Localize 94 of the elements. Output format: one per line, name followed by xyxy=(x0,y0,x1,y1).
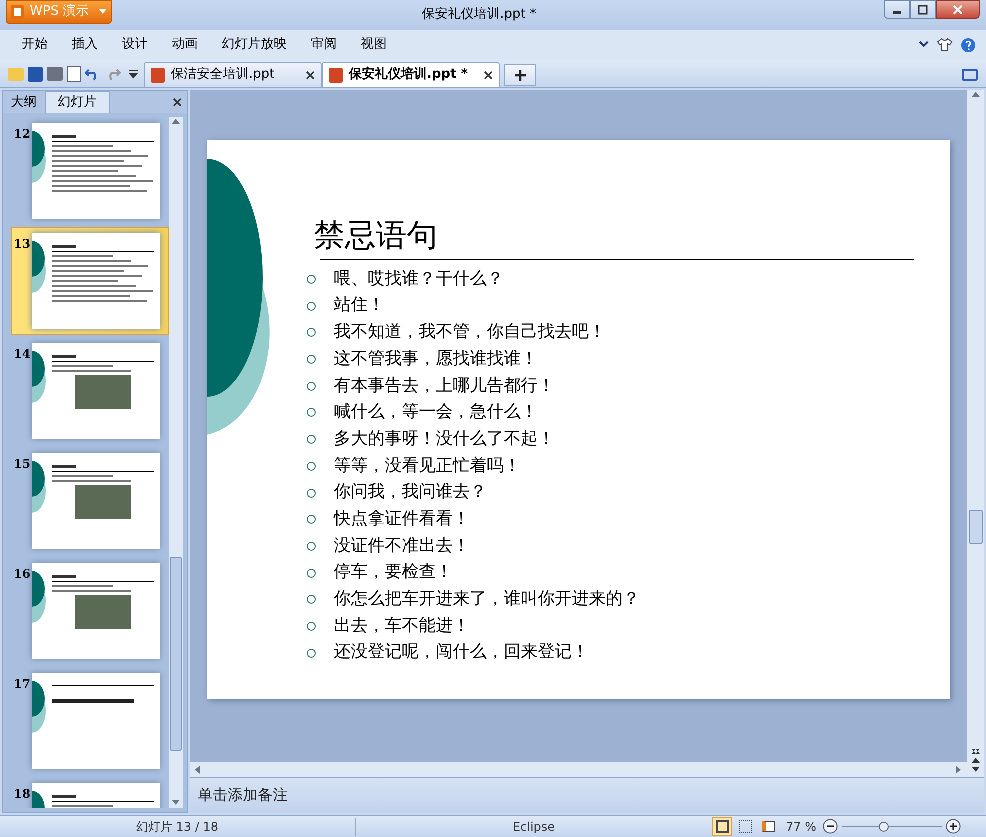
slide-number: 15 xyxy=(14,456,32,473)
bullet-icon xyxy=(307,542,316,551)
bullet-icon xyxy=(307,275,316,284)
document-tab[interactable]: 保洁安全培训.ppt xyxy=(144,62,322,87)
slide-title: 禁忌语句 xyxy=(313,218,439,256)
bullet-text: 没证件不准出去！ xyxy=(334,534,470,558)
bullet-text: 喂、哎找谁？干什么？ xyxy=(334,268,504,291)
slide-number: 16 xyxy=(14,566,32,583)
arc-decoration-drawing xyxy=(32,461,48,513)
bullet-icon xyxy=(307,515,316,524)
slide-counter: 幻灯片 13 / 18 xyxy=(0,818,356,836)
theme-name: Eclipse xyxy=(512,818,556,836)
new-tab-button[interactable] xyxy=(504,64,536,86)
window-layout-icon[interactable] xyxy=(962,69,978,81)
plus-icon xyxy=(514,70,526,80)
arc-decoration-drawing xyxy=(32,681,48,733)
close-icon xyxy=(953,4,963,14)
bullet-text: 还没登记呢，闯什么，回来登记！ xyxy=(334,641,589,664)
scrollbar-drawing[interactable] xyxy=(169,117,183,808)
bullet-icon xyxy=(307,435,316,444)
customize-caret-icon[interactable] xyxy=(129,70,138,78)
slide-number: 17 xyxy=(14,676,32,693)
menu-tab[interactable]: 开始 xyxy=(10,33,60,57)
close-tab-icon[interactable] xyxy=(306,70,315,80)
zoom-percent: 77 % xyxy=(786,818,816,836)
menu-tab[interactable]: 审阅 xyxy=(299,33,349,57)
minimize-icon xyxy=(893,11,901,14)
bullet-icon xyxy=(307,648,316,658)
close-tab-icon[interactable] xyxy=(484,70,493,80)
zoom-in-icon[interactable] xyxy=(946,819,960,834)
bullet-text: 快点拿证件看看！ xyxy=(334,508,470,531)
dropdown-caret-icon xyxy=(99,9,108,15)
photo-placeholder xyxy=(75,595,131,629)
close-icon[interactable] xyxy=(173,98,182,107)
bullet-text: 我不知道，我不管，你自己找去吧！ xyxy=(334,321,606,344)
print-preview-icon[interactable] xyxy=(67,66,81,82)
slide-number: 18 xyxy=(14,786,32,803)
bullet-icon xyxy=(307,488,316,498)
bullet-text: 出去，车不能进！ xyxy=(334,614,470,638)
bullet-text: 你问我，我问谁去？ xyxy=(334,481,487,504)
close-button[interactable] xyxy=(936,0,980,19)
presentation-file-icon xyxy=(151,68,165,82)
panel-tab[interactable]: 幻灯片 xyxy=(45,91,110,113)
arc-decoration-drawing xyxy=(32,351,48,403)
slide-number: 13 xyxy=(14,236,32,253)
document-tab[interactable]: 保安礼仪培训.ppt * xyxy=(322,62,500,87)
tab-label: 保洁安全培训.ppt xyxy=(171,66,275,84)
slide-thumbnail[interactable]: 13 xyxy=(11,227,169,335)
arc-decoration-drawing xyxy=(32,241,48,293)
bullet-icon xyxy=(307,462,316,471)
window-title: 保安礼仪培训.ppt * xyxy=(422,6,536,24)
save-icon[interactable] xyxy=(28,66,43,82)
horizontal-scrollbar-drawing[interactable] xyxy=(190,762,967,777)
normal-view-button[interactable] xyxy=(712,817,732,836)
bullet-text: 你怎么把车开进来了，谁叫你开进来的？ xyxy=(334,588,640,612)
arc-decoration-drawing xyxy=(32,131,48,183)
maximize-button[interactable] xyxy=(910,0,936,19)
zoom-out-icon[interactable] xyxy=(822,819,838,834)
vertical-scrollbar-drawing[interactable] xyxy=(967,90,984,777)
bullet-text: 站住！ xyxy=(334,294,385,318)
help-icon[interactable] xyxy=(961,38,976,52)
tab-label: 保安礼仪培训.ppt * xyxy=(349,66,468,84)
minimize-button[interactable] xyxy=(884,0,910,19)
bullet-icon xyxy=(307,328,316,338)
menu-tab[interactable]: 动画 xyxy=(160,33,210,57)
bullet-text: 等等，没看见正忙着吗！ xyxy=(334,454,521,478)
bullet-icon xyxy=(307,355,316,364)
wps-logo-icon xyxy=(11,5,24,19)
bullet-icon xyxy=(307,382,316,391)
bullet-icon xyxy=(307,568,316,578)
bullet-icon xyxy=(307,408,316,418)
bullet-text: 喊什么，等一会，急什么！ xyxy=(334,401,538,424)
bullet-icon xyxy=(307,622,316,631)
photo-placeholder xyxy=(75,375,131,409)
menu-tab[interactable]: 插入 xyxy=(60,33,110,57)
arc-decoration-drawing xyxy=(32,571,48,623)
bullet-text: 停车，要检查！ xyxy=(334,561,453,584)
presentation-file-icon xyxy=(329,68,343,82)
zoom-slider[interactable] xyxy=(842,820,942,834)
menu-tab[interactable]: 幻灯片放映 xyxy=(210,33,299,57)
slide-number: 12 xyxy=(14,126,32,143)
maximize-icon xyxy=(918,4,928,14)
bullet-icon xyxy=(307,302,316,311)
slide-number: 14 xyxy=(14,346,32,363)
menu-tab[interactable]: 视图 xyxy=(349,33,399,57)
shirt-icon[interactable] xyxy=(937,38,953,52)
menu-tab[interactable]: 设计 xyxy=(110,33,160,57)
chevron-down-icon[interactable] xyxy=(919,41,929,49)
bullet-text: 这不管我事，愿找谁找谁！ xyxy=(334,348,538,371)
bullet-text: 有本事告去，上哪儿告都行！ xyxy=(334,374,555,398)
photo-placeholder xyxy=(75,485,131,519)
bullet-text: 多大的事呀！没什么了不起！ xyxy=(334,428,555,451)
bullet-icon xyxy=(307,595,316,604)
notes-placeholder[interactable]: 单击添加备注 xyxy=(198,784,288,807)
